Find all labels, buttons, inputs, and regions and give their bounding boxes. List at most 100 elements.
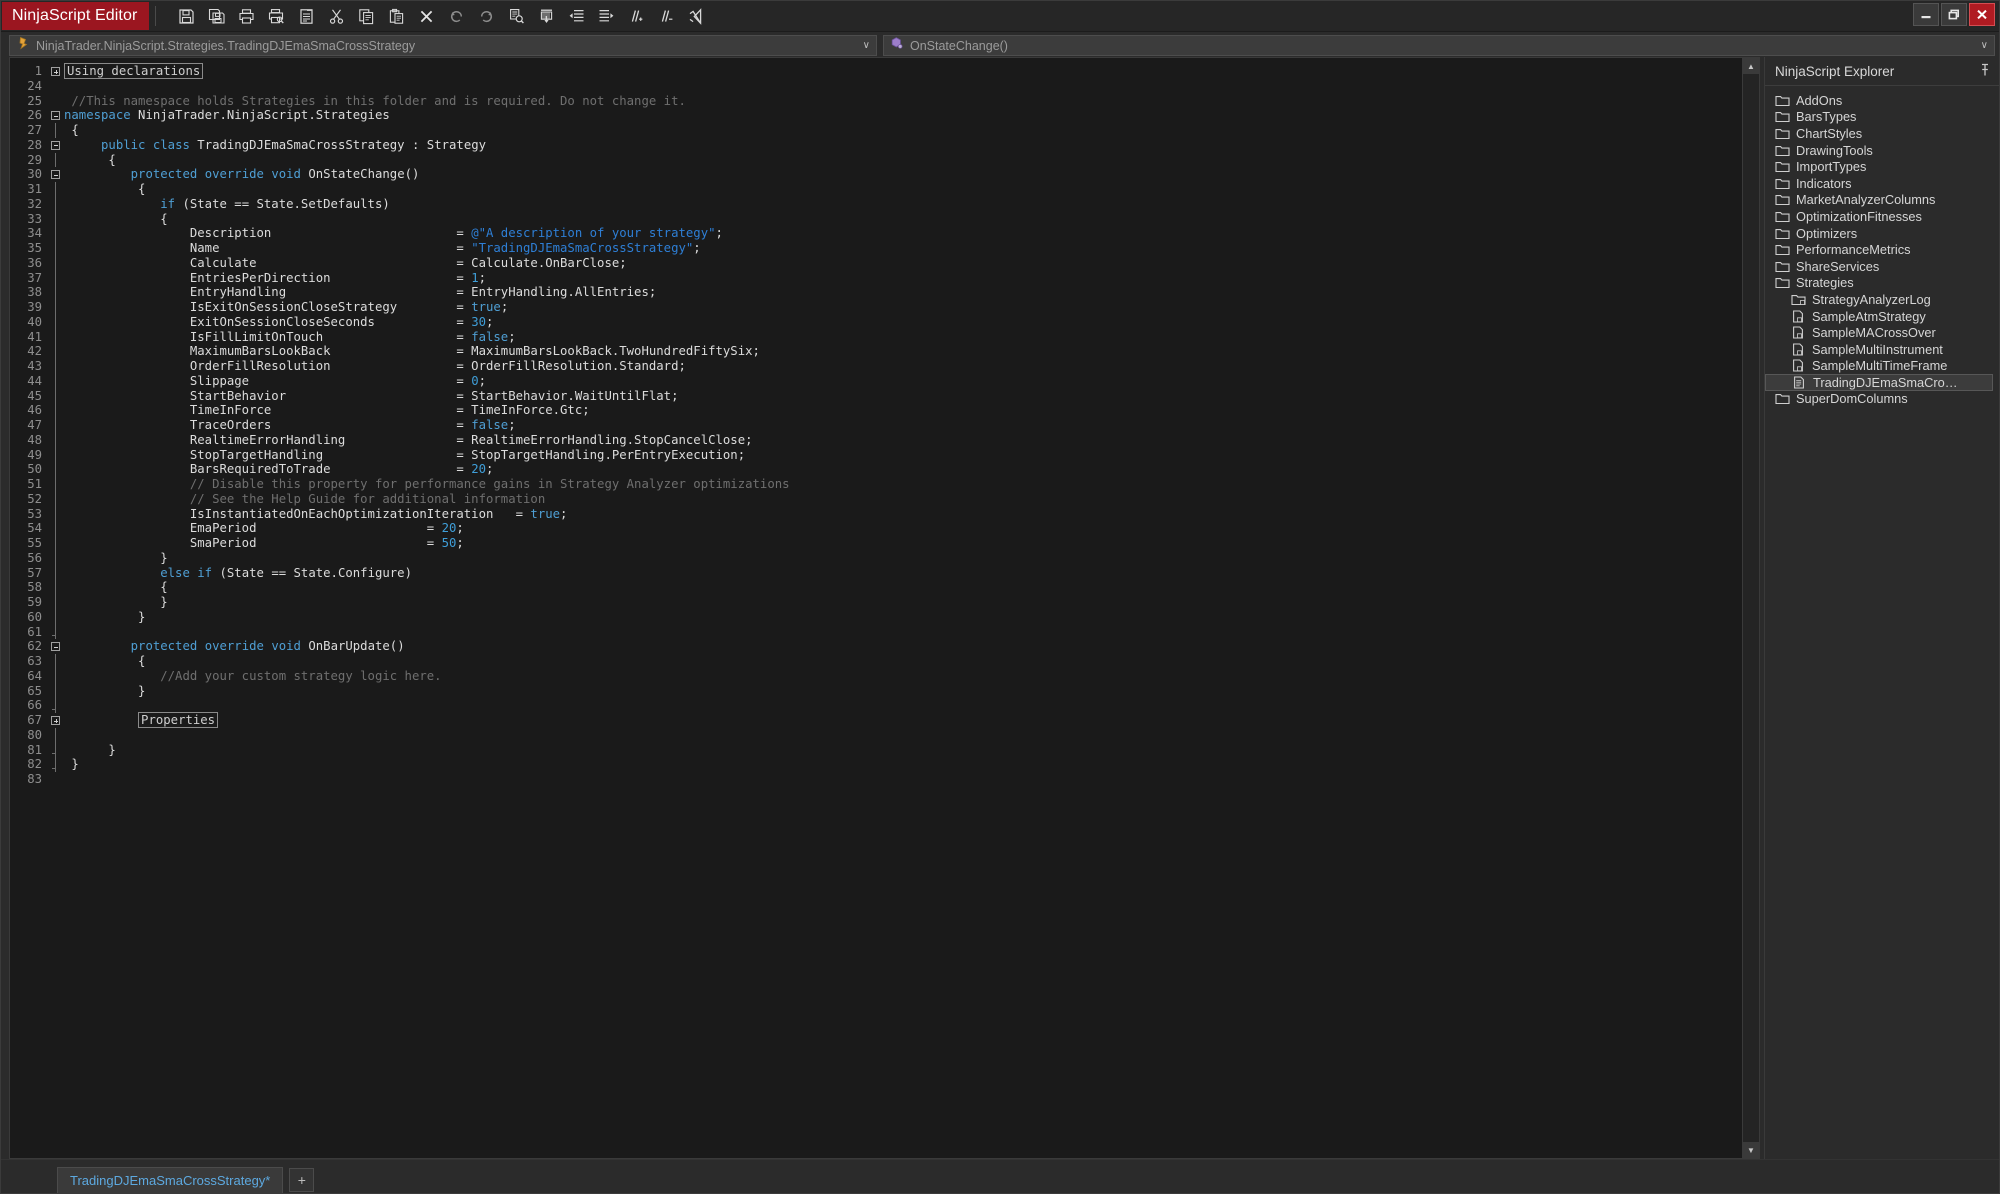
- fold-marker[interactable]: [48, 138, 64, 153]
- explorer-tree-item[interactable]: Strategies: [1765, 275, 1999, 292]
- explorer-tree[interactable]: AddOns BarsTypes ChartStyles DrawingTools Im…: [1765, 86, 1999, 1159]
- code-line[interactable]: RealtimeErrorHandling = RealtimeErrorHan…: [64, 433, 1742, 448]
- fold-collapse-icon[interactable]: [51, 111, 60, 121]
- compile-icon[interactable]: [532, 2, 560, 30]
- code-line[interactable]: }: [64, 743, 1742, 758]
- minimize-button[interactable]: [1913, 3, 1939, 26]
- code-line[interactable]: protected override void OnBarUpdate(): [64, 639, 1742, 654]
- collapsed-region-chip[interactable]: Using declarations: [64, 63, 204, 79]
- uncomment-icon[interactable]: [652, 2, 680, 30]
- cut-icon[interactable]: [322, 2, 350, 30]
- scroll-track[interactable]: [1743, 74, 1759, 1142]
- copy-icon[interactable]: [352, 2, 380, 30]
- find-icon[interactable]: [502, 2, 530, 30]
- code-line[interactable]: Properties: [64, 712, 1742, 728]
- code-line[interactable]: [64, 698, 1742, 713]
- redo-icon[interactable]: [472, 2, 500, 30]
- code-line[interactable]: SmaPeriod = 50;: [64, 536, 1742, 551]
- code-line[interactable]: EntryHandling = EntryHandling.AllEntries…: [64, 285, 1742, 300]
- code-line[interactable]: IsFillLimitOnTouch = false;: [64, 330, 1742, 345]
- editor-vertical-scrollbar[interactable]: ▲ ▼: [1742, 58, 1759, 1158]
- code-line[interactable]: }: [64, 684, 1742, 699]
- code-line[interactable]: {: [64, 580, 1742, 595]
- explorer-tree-item[interactable]: ImportTypes: [1765, 158, 1999, 175]
- explorer-tree-item[interactable]: Optimizers: [1765, 225, 1999, 242]
- explorer-tree-item[interactable]: Indicators: [1765, 175, 1999, 192]
- explorer-tree-item[interactable]: TradingDJEmaSmaCro…: [1765, 374, 1993, 391]
- save-icon[interactable]: [172, 2, 200, 30]
- code-line[interactable]: IsInstantiatedOnEachOptimizationIteratio…: [64, 507, 1742, 522]
- maximize-button[interactable]: [1941, 3, 1967, 26]
- code-line[interactable]: }: [64, 610, 1742, 625]
- delete-icon[interactable]: [412, 2, 440, 30]
- collapsed-region-chip[interactable]: Properties: [138, 712, 219, 728]
- explorer-tree-item[interactable]: MarketAnalyzerColumns: [1765, 192, 1999, 209]
- fold-marker[interactable]: [48, 713, 64, 728]
- scroll-up-arrow[interactable]: ▲: [1743, 58, 1759, 74]
- explorer-tree-item[interactable]: PerformanceMetrics: [1765, 241, 1999, 258]
- explorer-tree-item[interactable]: AddOns: [1765, 92, 1999, 109]
- explorer-tree-item[interactable]: ChartStyles: [1765, 125, 1999, 142]
- close-button[interactable]: [1969, 3, 1995, 26]
- code-line[interactable]: //This namespace holds Strategies in thi…: [64, 94, 1742, 109]
- code-line[interactable]: else if (State == State.Configure): [64, 566, 1742, 581]
- code-line[interactable]: {: [64, 212, 1742, 227]
- comment-icon[interactable]: [622, 2, 650, 30]
- explorer-tree-item[interactable]: ShareServices: [1765, 258, 1999, 275]
- fold-marker[interactable]: [48, 167, 64, 182]
- code-line[interactable]: [64, 772, 1742, 787]
- code-line[interactable]: [64, 625, 1742, 640]
- fold-expand-icon[interactable]: [51, 716, 60, 725]
- code-line[interactable]: protected override void OnStateChange(): [64, 167, 1742, 182]
- explorer-tree-item[interactable]: StrategyAnalyzerLog: [1765, 291, 1999, 308]
- code-text-area[interactable]: Using declarations //This namespace hold…: [64, 58, 1742, 1158]
- new-file-icon[interactable]: [292, 2, 320, 30]
- code-line[interactable]: [64, 79, 1742, 94]
- code-line[interactable]: BarsRequiredToTrade = 20;: [64, 462, 1742, 477]
- document-tab[interactable]: TradingDJEmaSmaCrossStrategy*: [57, 1167, 284, 1193]
- explorer-tree-item[interactable]: SampleMACrossOver: [1765, 324, 1999, 341]
- fold-collapse-icon[interactable]: [51, 140, 60, 150]
- fold-marker[interactable]: [48, 639, 64, 654]
- outdent-icon[interactable]: [562, 2, 590, 30]
- code-line[interactable]: Description = @"A description of your st…: [64, 226, 1742, 241]
- fold-expand-icon[interactable]: [51, 67, 60, 76]
- code-line[interactable]: {: [64, 654, 1742, 669]
- print-icon[interactable]: [232, 2, 260, 30]
- save-all-icon[interactable]: [202, 2, 230, 30]
- fold-marker[interactable]: [48, 64, 64, 79]
- code-folding-column[interactable]: [48, 58, 64, 1158]
- print-preview-icon[interactable]: [262, 2, 290, 30]
- fold-collapse-icon[interactable]: [51, 170, 60, 180]
- code-line[interactable]: }: [64, 757, 1742, 772]
- code-line[interactable]: EntriesPerDirection = 1;: [64, 271, 1742, 286]
- code-line[interactable]: ExitOnSessionCloseSeconds = 30;: [64, 315, 1742, 330]
- indent-icon[interactable]: [592, 2, 620, 30]
- code-line[interactable]: }: [64, 551, 1742, 566]
- code-line[interactable]: StartBehavior = StartBehavior.WaitUntilF…: [64, 389, 1742, 404]
- member-dropdown[interactable]: OnStateChange() ∨: [883, 35, 1995, 56]
- explorer-tree-item[interactable]: DrawingTools: [1765, 142, 1999, 159]
- code-line[interactable]: TimeInForce = TimeInForce.Gtc;: [64, 403, 1742, 418]
- code-line[interactable]: namespace NinjaTrader.NinjaScript.Strate…: [64, 108, 1742, 123]
- code-line[interactable]: }: [64, 595, 1742, 610]
- explorer-tree-item[interactable]: SampleMultiInstrument: [1765, 341, 1999, 358]
- explorer-tree-item[interactable]: BarsTypes: [1765, 109, 1999, 126]
- undo-icon[interactable]: [442, 2, 470, 30]
- code-line[interactable]: MaximumBarsLookBack = MaximumBarsLookBac…: [64, 344, 1742, 359]
- code-line[interactable]: Calculate = Calculate.OnBarClose;: [64, 256, 1742, 271]
- code-line[interactable]: {: [64, 123, 1742, 138]
- pin-icon[interactable]: [1979, 63, 1991, 79]
- new-tab-button[interactable]: +: [289, 1168, 315, 1192]
- code-line[interactable]: IsExitOnSessionCloseStrategy = true;: [64, 300, 1742, 315]
- fold-collapse-icon[interactable]: [51, 642, 60, 652]
- code-line[interactable]: OrderFillResolution = OrderFillResolutio…: [64, 359, 1742, 374]
- code-line[interactable]: if (State == State.SetDefaults): [64, 197, 1742, 212]
- code-line[interactable]: Slippage = 0;: [64, 374, 1742, 389]
- explorer-tree-item[interactable]: SampleAtmStrategy: [1765, 308, 1999, 325]
- type-dropdown[interactable]: NinjaTrader.NinjaScript.Strategies.Tradi…: [9, 35, 877, 56]
- code-line[interactable]: Name = "TradingDJEmaSmaCrossStrategy";: [64, 241, 1742, 256]
- scroll-down-arrow[interactable]: ▼: [1743, 1142, 1759, 1158]
- chevron-down-icon[interactable]: ∨: [863, 36, 870, 55]
- explorer-tree-item[interactable]: SuperDomColumns: [1765, 391, 1999, 408]
